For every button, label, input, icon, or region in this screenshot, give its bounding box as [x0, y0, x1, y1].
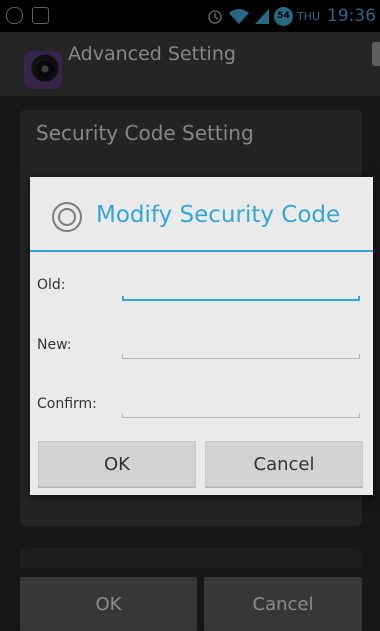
- circle-chevron-icon: [52, 202, 82, 232]
- dialog-cancel-button[interactable]: Cancel: [205, 441, 363, 487]
- dialog-ok-button[interactable]: OK: [38, 441, 196, 487]
- old-code-label: Old:: [37, 277, 66, 293]
- confirm-code-field[interactable]: [122, 406, 360, 418]
- new-code-label: New:: [37, 337, 72, 353]
- old-code-field[interactable]: [122, 289, 360, 301]
- dialog-divider: [30, 250, 373, 252]
- new-code-field[interactable]: [122, 347, 360, 359]
- confirm-code-label: Confirm:: [37, 396, 97, 412]
- modify-security-code-dialog: Modify Security Code Old: New: Confirm: …: [30, 177, 373, 495]
- dialog-title: Modify Security Code: [96, 202, 341, 228]
